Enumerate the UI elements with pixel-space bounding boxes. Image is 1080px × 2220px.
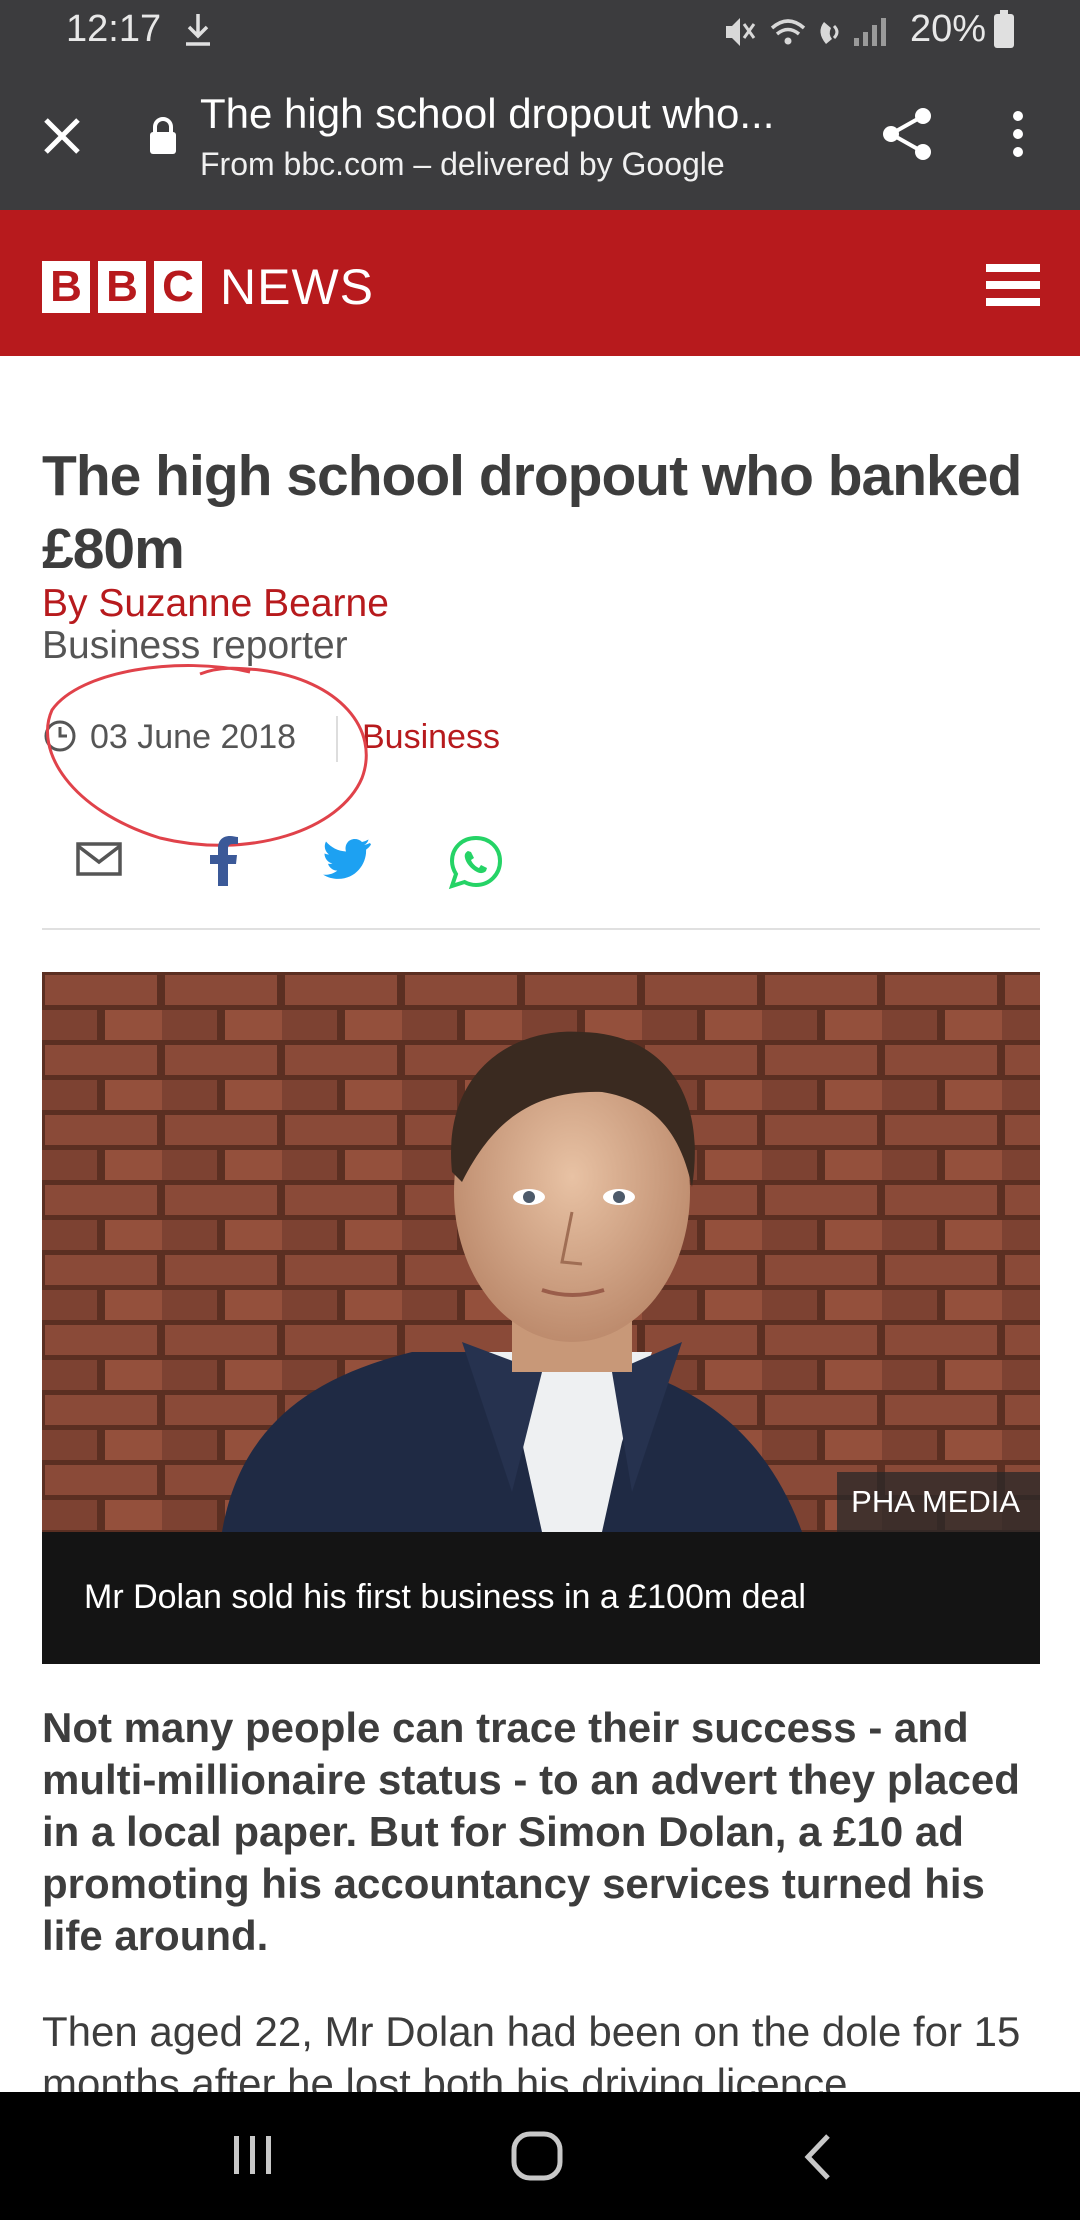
- status-time: 12:17: [66, 8, 162, 50]
- download-icon: [186, 14, 210, 46]
- recents-icon[interactable]: [228, 2132, 278, 2178]
- author-name[interactable]: By Suzanne Bearne: [42, 582, 389, 626]
- signal-icons: [726, 18, 886, 46]
- more-options-button[interactable]: [988, 102, 1048, 166]
- logo-letter-b2: B: [98, 261, 146, 313]
- status-bar: 12:17 20%: [0, 0, 1080, 62]
- close-icon: [44, 118, 80, 154]
- twitter-icon[interactable]: [322, 838, 372, 882]
- lock-icon: [150, 117, 176, 154]
- logo-letter-b1: B: [42, 261, 90, 313]
- share-button[interactable]: [876, 102, 940, 166]
- photo-portrait-illustration: [42, 972, 1040, 1532]
- article-headline: The high school dropout who banked £80m: [42, 444, 1022, 581]
- bbc-news-logo[interactable]: B B C NEWS: [42, 258, 374, 316]
- bbc-news-header: B B C NEWS: [0, 210, 1080, 356]
- system-nav-bar: [0, 2092, 1080, 2220]
- logo-news-text: NEWS: [220, 259, 374, 315]
- home-icon[interactable]: [510, 2130, 566, 2182]
- browser-toolbar: The high school dropout who... From bbc.…: [0, 62, 1080, 210]
- image-caption-bar: Mr Dolan sold his first business in a £1…: [42, 1532, 1040, 1664]
- page-title: The high school dropout who...: [200, 90, 775, 137]
- back-icon[interactable]: [800, 2132, 834, 2182]
- image-caption: Mr Dolan sold his first business in a £1…: [84, 1578, 806, 1616]
- article-photo: PHA MEDIA: [42, 972, 1040, 1532]
- close-button[interactable]: [30, 104, 94, 168]
- section-link[interactable]: Business: [362, 718, 500, 757]
- email-icon[interactable]: [76, 842, 122, 876]
- logo-letter-c: C: [154, 261, 202, 313]
- article-intro: Not many people can trace their success …: [42, 1704, 1020, 1959]
- page-source: From bbc.com – delivered by Google: [200, 146, 725, 182]
- divider-line: [42, 928, 1040, 930]
- battery-percent: 20%: [910, 8, 987, 50]
- facebook-icon[interactable]: [206, 836, 240, 886]
- image-credit: PHA MEDIA: [837, 1472, 1040, 1532]
- whatsapp-icon[interactable]: [448, 834, 504, 890]
- share-icon: [883, 108, 931, 160]
- hamburger-menu-icon[interactable]: [986, 264, 1040, 306]
- more-vert-icon: [1013, 111, 1023, 157]
- battery-icon: [994, 10, 1014, 48]
